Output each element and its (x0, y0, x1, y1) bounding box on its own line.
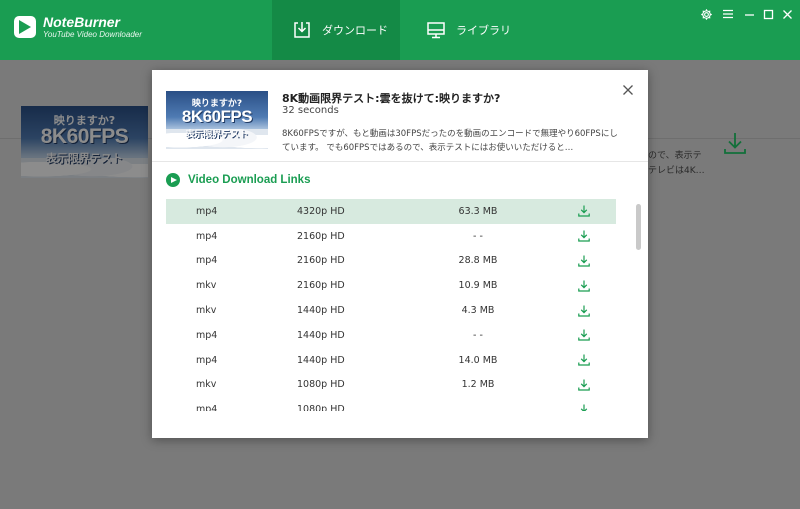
thumb-text-2: 8K60FPS (181, 107, 253, 126)
gear-icon (700, 8, 712, 20)
format-cell: mp4 (196, 230, 218, 242)
app-name: NoteBurner (43, 14, 121, 30)
dialog-divider (152, 161, 648, 162)
size-cell: 10.9 MB (458, 280, 498, 292)
thumb-text-3: 表示限界テスト (185, 130, 249, 140)
download-links-heading: Video Download Links (166, 173, 310, 187)
format-cell: mp4 (196, 255, 218, 267)
download-icon[interactable] (577, 328, 591, 342)
format-cell: mkv (196, 379, 217, 391)
size-cell: - - (473, 230, 483, 242)
download-icon (724, 133, 746, 154)
download-link-row[interactable]: mp4 2160p HD - - (166, 224, 616, 249)
description-fragment-1: ので、表示テ (648, 151, 702, 161)
download-links-dialog: 映りますか? 8K60FPS 表示限界テスト 8K動画限界テスト:雲を抜けて:映… (152, 70, 648, 438)
format-cell: mp4 (196, 404, 218, 411)
background-download-button[interactable] (722, 130, 748, 159)
resolution-cell: 2160p HD (297, 255, 345, 267)
download-links-list[interactable]: mp4 4320p HD 63.3 MB mp4 2160p HD - - mp4 2160p… (166, 199, 616, 411)
video-duration: 32 seconds (282, 105, 339, 116)
app-logo: NoteBurner YouTube Video Downloader (14, 15, 142, 39)
tab-download-label: ダウンロード (322, 24, 388, 37)
monitor-icon (427, 22, 445, 39)
title-bar: NoteBurner YouTube Video Downloader ダウンロ… (0, 0, 800, 60)
size-cell: - - (473, 329, 483, 341)
app-subtitle: YouTube Video Downloader (43, 30, 142, 39)
download-icon[interactable] (577, 353, 591, 367)
resolution-cell: 4320p HD (297, 205, 345, 217)
description-fragment-2: テレビは4K… (648, 166, 705, 176)
download-icon[interactable] (577, 304, 591, 318)
resolution-cell: 1440p HD (297, 305, 345, 317)
download-icon[interactable] (577, 204, 591, 218)
format-cell: mkv (196, 280, 217, 292)
resolution-cell: 1440p HD (297, 354, 345, 366)
size-cell: 1.2 MB (461, 379, 495, 391)
format-cell: mp4 (196, 205, 218, 217)
download-link-row[interactable]: mkv 1440p HD 4.3 MB (166, 298, 616, 323)
list-scrollbar[interactable] (636, 204, 641, 250)
download-link-row[interactable]: mp4 1440p HD 14.0 MB (166, 348, 616, 373)
format-cell: mp4 (196, 329, 218, 341)
download-link-row[interactable]: mp4 1080p HD (166, 397, 616, 411)
hamburger-icon (723, 9, 733, 19)
video-description: 8K60FPSですが、もと動画は30FPSだったのを動画のエンコードで無理やり6… (282, 129, 618, 153)
close-icon (623, 85, 633, 95)
resolution-cell: 1080p HD (297, 379, 345, 391)
download-link-row[interactable]: mkv 1080p HD 1.2 MB (166, 373, 616, 398)
resolution-cell: 1440p HD (297, 329, 345, 341)
resolution-cell: 2160p HD (297, 230, 345, 242)
size-cell: 14.0 MB (458, 354, 498, 366)
download-tray-icon (294, 22, 310, 38)
close-icon (782, 9, 792, 19)
tab-download[interactable]: ダウンロード (272, 0, 400, 60)
thumb-text-2: 8K60FPS (40, 125, 129, 148)
settings-button[interactable] (699, 7, 713, 21)
maximize-button[interactable] (761, 7, 775, 21)
play-circle-icon (166, 173, 180, 187)
minimize-button[interactable] (742, 7, 756, 21)
download-icon[interactable] (577, 403, 591, 411)
background-video-description: ので、表示テ テレビは4K… (648, 149, 705, 179)
play-logo-icon (14, 16, 36, 38)
background-video-thumbnail: 映りますか? 8K60FPS 表示限界テスト (21, 106, 148, 178)
video-thumbnail: 映りますか? 8K60FPS 表示限界テスト (166, 91, 268, 149)
tab-library-label: ライブラリ (456, 24, 511, 37)
video-title: 8K動画限界テスト:雲を抜けて:映りますか? (282, 92, 501, 105)
download-icon[interactable] (577, 254, 591, 268)
dialog-close-button[interactable] (622, 84, 634, 96)
download-icon[interactable] (577, 229, 591, 243)
download-link-row[interactable]: mp4 1440p HD - - (166, 323, 616, 348)
resolution-cell: 1080p HD (297, 404, 345, 411)
download-link-row[interactable]: mp4 4320p HD 63.3 MB (166, 199, 616, 224)
download-links-title: Video Download Links (188, 174, 311, 186)
download-link-row[interactable]: mp4 2160p HD 28.8 MB (166, 249, 616, 274)
maximize-icon (763, 9, 773, 19)
format-cell: mkv (196, 305, 217, 317)
close-window-button[interactable] (780, 7, 794, 21)
tab-library[interactable]: ライブラリ (410, 0, 530, 60)
format-cell: mp4 (196, 354, 218, 366)
thumb-text-3: 表示限界テスト (46, 152, 123, 165)
menu-button[interactable] (721, 7, 735, 21)
size-cell: 63.3 MB (458, 205, 498, 217)
download-link-row[interactable]: mkv 2160p HD 10.9 MB (166, 273, 616, 298)
size-cell: 28.8 MB (458, 255, 498, 267)
size-cell: 4.3 MB (461, 305, 495, 317)
download-icon[interactable] (577, 378, 591, 392)
download-icon[interactable] (577, 279, 591, 293)
minimize-icon (744, 13, 754, 16)
resolution-cell: 2160p HD (297, 280, 345, 292)
